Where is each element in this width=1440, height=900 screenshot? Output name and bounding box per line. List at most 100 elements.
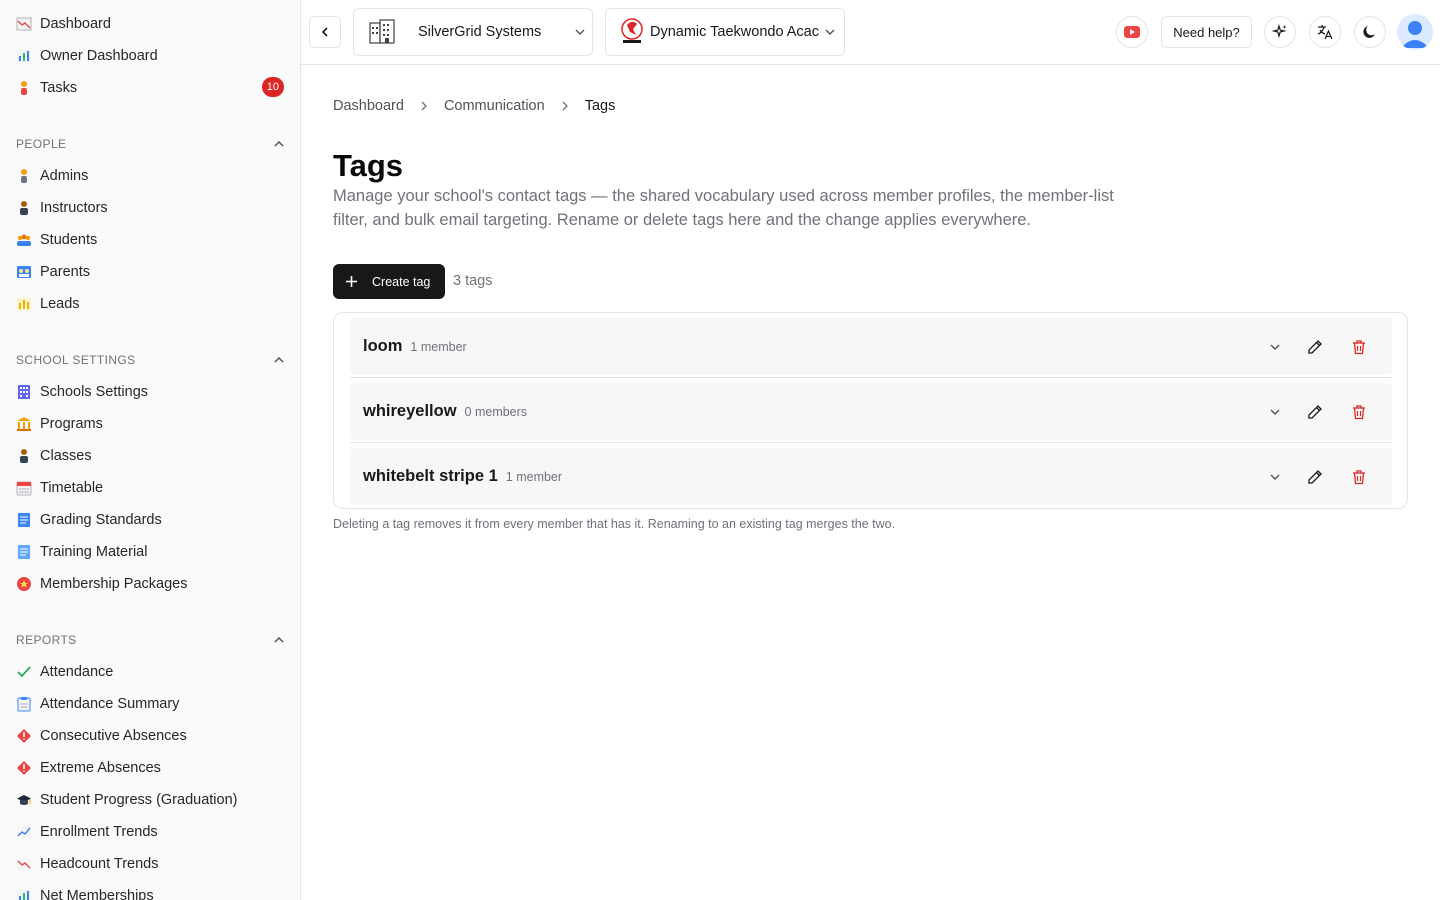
- expand-tag-button[interactable]: [1265, 467, 1285, 487]
- sidebar-item-net-memberships[interactable]: Net Memberships: [16, 884, 286, 900]
- trash-icon: [1353, 405, 1365, 420]
- sidebar-item-student-progress[interactable]: Student Progress (Graduation): [16, 788, 286, 812]
- sidebar-item-label: Attendance Summary: [40, 696, 180, 712]
- tags-footnote: Deleting a tag removes it from every mem…: [333, 517, 896, 531]
- sidebar-item-owner-dashboard[interactable]: Owner Dashboard: [16, 44, 286, 68]
- user-icon: [1401, 21, 1429, 48]
- sidebar-item-enrollment-trends[interactable]: Enrollment Trends: [16, 820, 286, 844]
- sidebar-item-label: Classes: [40, 448, 92, 464]
- sparkles-icon: [1272, 24, 1287, 39]
- tag-row[interactable]: whitebelt stripe 1 1 member: [350, 448, 1392, 505]
- sidebar-item-admins[interactable]: Admins: [16, 164, 286, 188]
- section-people-header[interactable]: PEOPLE: [16, 134, 286, 154]
- pencil-icon: [1308, 405, 1322, 419]
- sidebar-item-timetable[interactable]: Timetable: [16, 476, 286, 500]
- edit-tag-button[interactable]: [1305, 402, 1325, 422]
- sidebar-item-label: Timetable: [40, 480, 104, 496]
- sidebar-item-parents[interactable]: Parents: [16, 260, 286, 284]
- check-icon: [16, 664, 32, 680]
- organization-name: SilverGrid Systems: [418, 24, 542, 40]
- tag-row[interactable]: loom 1 member: [350, 318, 1392, 375]
- graduation-cap-icon: [16, 792, 32, 808]
- section-title: REPORTS: [16, 633, 77, 647]
- chevron-left-icon: [321, 27, 328, 37]
- chart-down-icon: [16, 856, 32, 872]
- sidebar-item-label: Enrollment Trends: [40, 824, 158, 840]
- breadcrumb: Dashboard Communication Tags: [333, 96, 615, 116]
- chevron-down-icon: [1270, 344, 1280, 350]
- sidebar-item-headcount-trends[interactable]: Headcount Trends: [16, 852, 286, 876]
- delete-tag-button[interactable]: [1349, 337, 1369, 357]
- building-icon: [16, 384, 32, 400]
- chevron-right-icon: [562, 101, 568, 111]
- sidebar-item-membership-packages[interactable]: Membership Packages: [16, 572, 286, 596]
- sidebar-item-tasks[interactable]: Tasks 10: [16, 76, 286, 100]
- youtube-button[interactable]: [1116, 16, 1148, 48]
- create-tag-button[interactable]: Create tag: [333, 264, 445, 299]
- language-button[interactable]: [1309, 16, 1341, 48]
- edit-tag-button[interactable]: [1305, 337, 1325, 357]
- sidebar-item-dashboard[interactable]: Dashboard: [16, 12, 286, 36]
- row-divider: [350, 442, 1392, 443]
- sidebar-item-label: Leads: [40, 296, 80, 312]
- trash-icon: [1353, 470, 1365, 485]
- user-avatar[interactable]: [1397, 14, 1433, 50]
- sidebar-item-label: Extreme Absences: [40, 760, 161, 776]
- need-help-button[interactable]: Need help?: [1161, 16, 1252, 48]
- sidebar-item-label: Training Material: [40, 544, 148, 560]
- calendar-icon: [16, 480, 32, 496]
- chevron-down-icon: [825, 29, 835, 35]
- expand-tag-button[interactable]: [1265, 337, 1285, 357]
- sidebar-item-training-material[interactable]: Training Material: [16, 540, 286, 564]
- sidebar-item-leads[interactable]: Leads: [16, 292, 286, 316]
- translate-icon: [1317, 25, 1333, 40]
- section-title: PEOPLE: [16, 137, 67, 151]
- trash-icon: [1353, 340, 1365, 355]
- sidebar-item-label: Net Memberships: [40, 888, 154, 900]
- theme-toggle-button[interactable]: [1354, 16, 1386, 48]
- sidebar-item-grading-standards[interactable]: Grading Standards: [16, 508, 286, 532]
- tag-member-count: 1 member: [410, 339, 467, 354]
- moon-icon: [1363, 26, 1375, 38]
- top-bar: SilverGrid Systems Dynamic Taekwondo Aca…: [301, 0, 1440, 65]
- chevron-right-icon: [421, 101, 427, 111]
- tags-list: loom 1 member whireyellow 0 members whit…: [333, 312, 1408, 509]
- edit-tag-button[interactable]: [1305, 467, 1325, 487]
- section-school-settings-header[interactable]: SCHOOL SETTINGS: [16, 350, 286, 370]
- chevron-up-icon: [274, 636, 284, 643]
- sidebar-item-label: Students: [40, 232, 98, 248]
- bar-chart-icon: [16, 48, 32, 64]
- tag-member-count: 0 members: [464, 404, 528, 419]
- back-button[interactable]: [309, 16, 341, 48]
- sidebar-item-schools-settings[interactable]: Schools Settings: [16, 380, 286, 404]
- sidebar-item-programs[interactable]: Programs: [16, 412, 286, 436]
- sidebar-item-attendance[interactable]: Attendance: [16, 660, 286, 684]
- school-logo-icon: [621, 18, 643, 43]
- breadcrumb-communication[interactable]: Communication: [444, 98, 545, 114]
- pencil-icon: [1308, 340, 1322, 354]
- expand-tag-button[interactable]: [1265, 402, 1285, 422]
- family-icon: [16, 264, 32, 280]
- sidebar-item-consecutive-absences[interactable]: Consecutive Absences: [16, 724, 286, 748]
- organization-selector[interactable]: SilverGrid Systems: [353, 8, 593, 56]
- sidebar-item-students[interactable]: Students: [16, 228, 286, 252]
- sidebar-item-attendance-summary[interactable]: Attendance Summary: [16, 692, 286, 716]
- school-selector[interactable]: Dynamic Taekwondo Acac: [605, 8, 845, 56]
- tag-member-count: 1 member: [505, 469, 563, 484]
- sidebar-item-extreme-absences[interactable]: Extreme Absences: [16, 756, 286, 780]
- person-icon: [16, 168, 32, 184]
- breadcrumb-dashboard[interactable]: Dashboard: [333, 98, 404, 114]
- tag-row[interactable]: whireyellow 0 members: [350, 383, 1392, 440]
- delete-tag-button[interactable]: [1349, 467, 1369, 487]
- sidebar-item-classes[interactable]: Classes: [16, 444, 286, 468]
- chart-down-icon: [16, 16, 32, 32]
- sidebar-item-instructors[interactable]: Instructors: [16, 196, 286, 220]
- ai-sparkle-button[interactable]: [1264, 16, 1296, 48]
- section-title: SCHOOL SETTINGS: [16, 353, 136, 367]
- section-reports-header[interactable]: REPORTS: [16, 630, 286, 650]
- tag-name: whitebelt stripe 1: [363, 467, 498, 485]
- teacher-icon: [16, 200, 32, 216]
- tag-name: loom: [363, 337, 403, 355]
- bar-chart-icon: [16, 296, 32, 312]
- delete-tag-button[interactable]: [1349, 402, 1369, 422]
